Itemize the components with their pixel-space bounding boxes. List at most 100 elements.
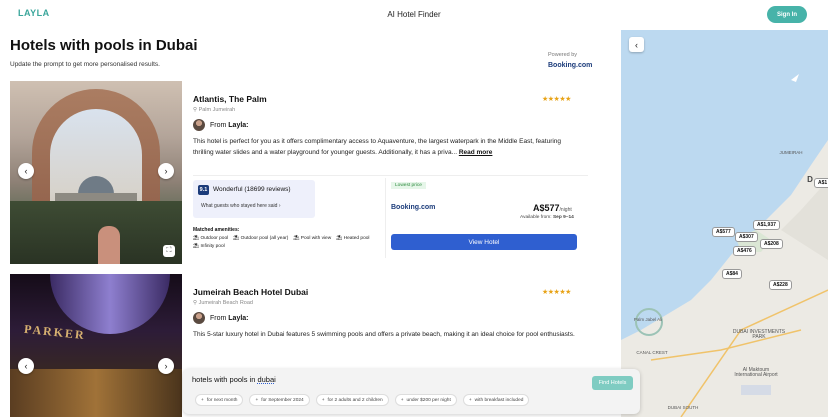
hotel-location-text: Palm Jumeirah [198,107,236,113]
prompt-highlight: dubai [257,375,276,384]
available-from-label: Available from: [520,215,553,220]
star-rating: ★★★★★ [542,96,571,103]
powered-by-label: Powered by [548,52,578,58]
read-more-link[interactable]: Read more [459,149,493,156]
map-price-pin[interactable]: A$577 [712,227,735,237]
map-panel[interactable]: ‹ A$1,937 A$577 A$307 A$208 A$476 A$84 A… [621,30,828,417]
chevron-right-icon: › [164,166,168,176]
next-photo-button[interactable]: › [158,163,174,179]
review-box[interactable]: 9.1 Wonderful (18699 reviews) What guest… [193,180,315,218]
from-layla-label: From Layla: [210,122,249,129]
layla-recommendation: From Layla: [193,118,249,132]
hotel-name[interactable]: Atlantis, The Palm [193,94,267,104]
map-label: Palm Jabel Ali [633,317,663,322]
chip-label: for 2 adults and 2 children [327,397,383,403]
suggestion-chip[interactable]: + with breakfast included [462,394,530,406]
map-price-pin[interactable]: A$307 [735,232,758,242]
map-label: Al Maktoum International Airport [734,367,778,378]
amenity-item: ⛱ Outdoor pool (all year) [233,236,288,241]
suggestion-chip[interactable]: + for 2 adults and 2 children [315,394,389,406]
plus-icon: + [400,397,404,403]
amenity-item: ⛱ Infinity pool [193,244,225,249]
description-text: This hotel is perfect for you as it offe… [193,138,562,156]
plus-icon: + [255,397,259,403]
map-price-pin[interactable]: A$1,937 [753,220,780,230]
price-value: A$577 [533,203,560,213]
chip-label: under $200 per night [406,397,451,403]
hotel-location: ⚲ Jumeirah Beach Road [193,300,253,306]
review-summary: Wonderful (18699 reviews) [213,186,291,193]
chevron-right-icon: › [164,361,168,371]
prev-photo-button[interactable]: ‹ [18,163,34,179]
hotel-info: Atlantis, The Palm ★★★★★ ⚲ Palm Jumeirah… [193,81,588,264]
review-score-badge: 9.1 [198,185,209,195]
prev-photo-button[interactable]: ‹ [18,358,34,374]
hotel-location: ⚲ Palm Jumeirah [193,107,235,113]
booking-logo: Booking.com [548,62,593,69]
hotel-name[interactable]: Jumeirah Beach Hotel Dubai [193,287,308,297]
hotel-description: This 5-star luxury hotel in Dubai featur… [193,331,575,338]
chevron-left-icon: ‹ [635,39,638,50]
suggestion-chip[interactable]: + for September 2024 [249,394,310,406]
map-price-pin[interactable]: A$228 [769,280,792,290]
app-title: AI Hotel Finder [387,10,441,19]
prompt-input[interactable]: hotels with pools in dubai [192,375,276,384]
suggestion-chip[interactable]: + for next month [195,394,244,406]
per-night-label: /night [559,207,572,213]
layla-avatar [193,312,205,324]
lowest-price-badge: Lowest price [391,182,426,189]
hotel-photo[interactable]: PARKER ‹ › [10,274,182,417]
suggestion-chips: + for next month + for September 2024 + for… [195,394,530,406]
hotel-image-palms [10,201,182,264]
price: A$577/night [533,203,572,213]
map-label: DUBAI SOUTH [667,405,699,410]
map-price-pin[interactable]: A$84 [722,269,742,279]
layla-avatar [193,119,205,131]
map-label: CANAL CREST [636,350,668,355]
map-price-pin[interactable]: A$476 [733,246,756,256]
find-hotels-button[interactable]: Find Hotels [592,376,633,390]
map-price-pin[interactable]: A$208 [760,239,783,249]
prompt-text: hotels with pools in [192,375,258,384]
page-subtitle: Update the prompt to get more personalis… [10,61,160,68]
hotel-description: This hotel is perfect for you as it offe… [193,136,578,158]
amenity-text: Infinity pool [200,244,225,249]
sign-in-button[interactable]: Sign In [767,6,807,23]
chevron-left-icon: ‹ [24,166,28,176]
plus-icon: + [468,397,472,403]
view-hotel-button[interactable]: View Hotel [391,234,577,250]
hotel-photo[interactable]: ‹ › ⛶ [10,81,182,264]
amenity-item: ⛱ Heated pool [336,236,369,241]
hotel-image-lights [10,369,182,417]
map-label: DUBAI INVESTMENTS PARK [732,329,786,340]
provider-name: Booking.com [391,204,436,211]
map-label: D [807,175,813,184]
amenity-text: Heated pool [343,236,370,241]
top-bar: LAYLA AI Hotel Finder Sign In [0,0,828,30]
map-land [621,74,828,417]
amenities-list: ⛱ Outdoor pool ⛱ Outdoor pool (all year)… [193,236,383,249]
deal-section: 9.1 Wonderful (18699 reviews) What guest… [193,175,588,259]
amenity-text: Pool with view [300,236,332,241]
from-layla-label: From Layla: [210,315,249,322]
next-photo-button[interactable]: › [158,358,174,374]
expand-photo-button[interactable]: ⛶ [163,245,175,257]
hotel-card: ‹ › ⛶ Atlantis, The Palm ★★★★★ ⚲ Palm Ju… [10,81,588,264]
guests-said-link[interactable]: What guests who stayed here said › [201,203,281,209]
page-title: Hotels with pools in Dubai [10,37,198,54]
amenity-text: Outdoor pool (all year) [240,236,289,241]
layla-recommendation: From Layla: [193,311,249,325]
star-rating: ★★★★★ [542,289,571,296]
from-prefix: From [210,314,229,322]
pool-icon: ⛱ [336,236,344,241]
chip-label: with breakfast included [474,397,524,403]
prompt-bar: hotels with pools in dubai Find Hotels +… [183,369,640,414]
pool-icon: ⛱ [233,236,241,241]
map-collapse-button[interactable]: ‹ [629,37,644,52]
map-price-pin[interactable]: A$1 [814,178,828,188]
suggestion-chip[interactable]: + under $200 per night [394,394,457,406]
plus-icon: + [321,397,325,403]
amenity-item: ⛱ Pool with view [293,236,331,241]
hotel-image-person [98,226,120,264]
amenity-item: ⛱ Outdoor pool [193,236,228,241]
